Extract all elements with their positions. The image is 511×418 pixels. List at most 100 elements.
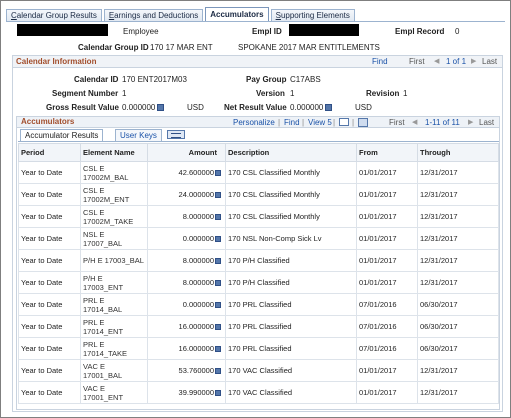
calculator-icon[interactable] [215,169,221,176]
redacted-employee-name [17,24,108,36]
from-date-cell: 01/01/2017 [356,249,418,272]
calculator-icon[interactable] [215,213,221,220]
column-header-from[interactable]: From [356,143,418,162]
period-cell: Year to Date [18,249,81,272]
amount-value: 42.600000 [178,168,214,177]
calculator-icon[interactable] [215,301,221,308]
description-cell: 170 CSL Classified Monthly [225,205,357,228]
from-date-cell: 07/01/2016 [356,337,418,360]
calculator-icon[interactable] [157,104,164,111]
subtab-user-keys[interactable]: User Keys [115,129,162,141]
tab-label: arnings and Deductions [114,11,199,20]
through-date-cell: 06/30/2017 [417,315,499,338]
revision-value: 1 [403,89,408,98]
prev-arrow-icon[interactable]: ◀ [412,118,417,126]
description-cell: 170 P/H Classified [225,249,357,272]
through-date-cell: 12/31/2017 [417,183,499,206]
calendar-find-link[interactable]: Find [372,57,388,66]
from-date-cell: 01/01/2017 [356,359,418,382]
subtab-accumulator-results[interactable]: Accumulator Results [20,129,104,141]
empl-id-label: Empl ID [252,27,282,36]
table-row: Year to Date P/H E 17003_ENT 8.000000 170 P… [18,271,499,294]
calendar-group-id-value: 170 17 MAR ENT [150,43,213,52]
calculator-icon[interactable] [215,323,221,330]
column-header-element-name[interactable]: Element Name [80,143,148,162]
subtab-divider [18,141,499,142]
calculator-icon[interactable] [215,367,221,374]
table-row: Year to Date CSL E 17002M_BAL 42.600000 170… [18,161,499,184]
accumulators-title: Accumulators [21,117,75,126]
next-arrow-icon[interactable]: ▶ [471,57,476,65]
amount-cell: 42.600000 [147,161,226,184]
show-all-columns-icon[interactable] [167,130,185,139]
description-cell: 170 VAC Classified [225,381,357,404]
amount-cell: 0.000000 [147,227,226,250]
column-header-through[interactable]: Through [417,143,499,162]
element-name-cell: CSL E 17002M_BAL [80,161,148,184]
calculator-icon[interactable] [325,104,332,111]
column-header-description[interactable]: Description [225,143,357,162]
period-cell: Year to Date [18,183,81,206]
description-cell: 170 NSL Non-Comp Sick Lv [225,227,357,250]
accumulators-last-label[interactable]: Last [479,118,494,127]
from-date-cell: 07/01/2016 [356,293,418,316]
redacted-empl-id [289,24,359,36]
view-5-link[interactable]: View 5 [308,118,332,127]
period-cell: Year to Date [18,205,81,228]
version-label: Version [256,89,285,98]
period-cell: Year to Date [18,337,81,360]
element-name-cell: CSL E 17002M_TAKE [80,205,148,228]
calculator-icon[interactable] [215,389,221,396]
separator: | [302,118,305,127]
tab-label: upporting Elements [280,11,350,20]
calculator-icon[interactable] [215,191,221,198]
grid-header-row: Period Element Name Amount Description F… [18,143,499,162]
table-row: Year to Date NSL E 17007_BAL 0.000000 170 N… [18,227,499,250]
accumulators-first-label[interactable]: First [389,118,405,127]
description-cell: 170 PRL Classified [225,315,357,338]
table-row: Year to Date PRL E 17014_ENT 16.000000 170 … [18,315,499,338]
amount-value: 0.000000 [182,300,214,309]
tab-label: alendar Group Results [16,11,97,20]
description-cell: 170 P/H Classified [225,271,357,294]
tab-accumulators[interactable]: Accumulators [205,7,269,22]
personalize-link[interactable]: Personalize [233,118,275,127]
next-arrow-icon[interactable]: ▶ [468,118,473,126]
accumulators-find-link[interactable]: Find [284,118,300,127]
net-result-value: 0.000000 [290,103,324,112]
calendar-group-description: SPOKANE 2017 MAR ENTITLEMENTS [238,43,380,52]
table-row: Year to Date VAC E 17001_ENT 39.990000 170 … [18,381,499,404]
amount-wrapper: 8.000000 [183,256,221,265]
amount-wrapper: 39.990000 [179,388,221,397]
period-cell: Year to Date [18,359,81,382]
calendar-first-label[interactable]: First [409,57,425,66]
through-date-cell: 12/31/2017 [417,381,499,404]
amount-cell: 8.000000 [147,271,226,294]
new-window-icon[interactable] [339,118,349,126]
from-date-cell: 01/01/2017 [356,381,418,404]
column-header-amount[interactable]: Amount [147,143,226,162]
amount-wrapper: 53.760000 [179,366,221,375]
calendar-last-label[interactable]: Last [482,57,497,66]
table-row: Year to Date VAC E 17001_BAL 53.760000 170 … [18,359,499,382]
amount-wrapper: 8.000000 [183,212,221,221]
amount-value: 0.000000 [182,234,214,243]
calculator-icon[interactable] [215,279,221,286]
gross-result-value: 0.000000 [122,103,156,112]
amount-value: 39.990000 [178,388,214,397]
segment-number-value: 1 [122,89,127,98]
amount-cell: 8.000000 [147,249,226,272]
element-name-cell: PRL E 17014_BAL [80,293,148,316]
tab-label: Accumulators [210,10,264,19]
description-cell: 170 PRL Classified [225,293,357,316]
amount-wrapper: 0.000000 [183,300,221,309]
column-header-period[interactable]: Period [18,143,81,162]
download-icon[interactable] [358,118,368,127]
prev-arrow-icon[interactable]: ◀ [434,57,439,65]
calculator-icon[interactable] [215,257,221,264]
amount-wrapper: 8.000000 [183,278,221,287]
through-date-cell: 12/31/2017 [417,249,499,272]
amount-value: 16.000000 [178,322,214,331]
calculator-icon[interactable] [215,345,221,352]
calculator-icon[interactable] [215,235,221,242]
